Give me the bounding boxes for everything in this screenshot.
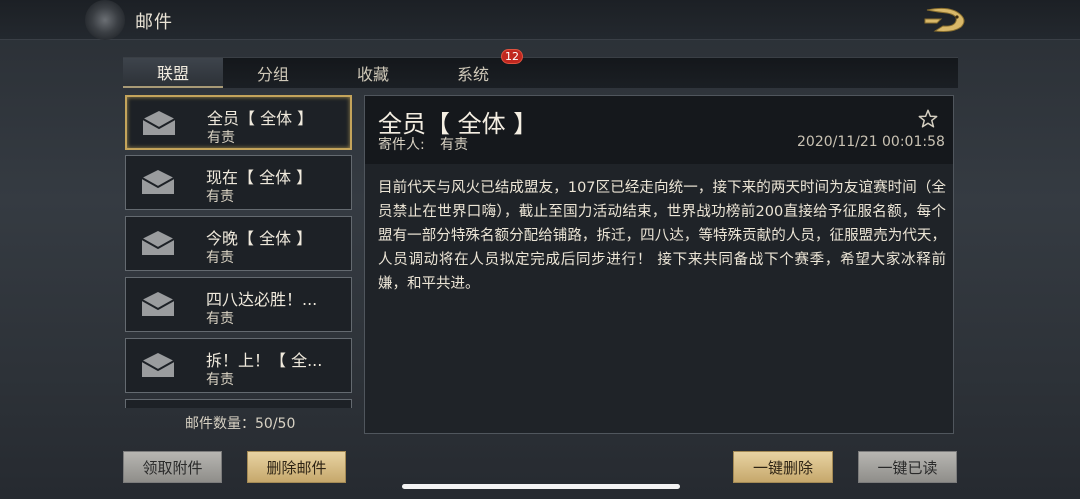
claim-attachments-label: 领取附件 <box>142 458 203 477</box>
dragon-emblem-icon <box>85 0 125 40</box>
mail-sender: 有责 <box>206 250 234 266</box>
mail-sender: 有责 <box>206 372 234 388</box>
delete-all-button[interactable]: 一键删除 <box>733 451 833 483</box>
mail-title: 四八达必胜！... <box>206 290 318 309</box>
mail-list-item-partial[interactable] <box>125 399 352 408</box>
mail-sender: 有责 <box>207 130 235 146</box>
mail-title: 全员【 全体 】 <box>207 109 314 128</box>
read-all-button[interactable]: 一键已读 <box>858 451 957 483</box>
mail-count: 邮件数量：50/50 <box>185 416 296 432</box>
mail-body: 目前代天与风火已结成盟友，107区已经走向统一，接下来的两天时间为友谊赛时间（全… <box>378 180 946 292</box>
tab-group[interactable]: 分组 <box>223 58 323 88</box>
mail-list-item[interactable]: 今晚【 全体 】 有责 <box>125 216 352 271</box>
mail-detail-panel: 全员【 全体 】 寄件人: 有责 2020/11/21 00:01:58 目前代… <box>364 95 954 434</box>
envelope-icon <box>141 292 175 316</box>
delete-mail-button[interactable]: 删除邮件 <box>247 451 346 483</box>
tab-bar: 联盟 分组 收藏 系统 <box>123 57 958 88</box>
mail-list-item[interactable]: 拆！上！【 全... 有责 <box>125 338 352 393</box>
mail-sender: 有责 <box>206 189 234 205</box>
back-dragon-icon[interactable] <box>920 4 972 36</box>
tab-alliance[interactable]: 联盟 <box>123 58 223 88</box>
tab-group-label: 分组 <box>256 65 289 84</box>
sender-label: 寄件人: <box>378 137 425 153</box>
tab-alliance-label: 联盟 <box>156 64 189 83</box>
sender-name: 有责 <box>440 137 468 153</box>
delete-mail-label: 删除邮件 <box>266 458 327 477</box>
mail-list-item[interactable]: 全员【 全体 】 有责 <box>125 95 352 150</box>
tab-system-label: 系统 <box>456 65 489 84</box>
mail-list[interactable]: 全员【 全体 】 有责 现在【 全体 】 有责 今晚【 全体 】 有责 四八达必… <box>125 93 353 408</box>
system-unread-badge: 12 <box>501 49 523 64</box>
tab-favorites-label: 收藏 <box>356 65 389 84</box>
read-all-label: 一键已读 <box>877 458 938 477</box>
mail-list-item[interactable]: 四八达必胜！... 有责 <box>125 277 352 332</box>
mail-list-item[interactable]: 现在【 全体 】 有责 <box>125 155 352 210</box>
envelope-icon <box>141 170 175 194</box>
mail-title: 拆！上！【 全... <box>206 351 323 370</box>
home-indicator[interactable] <box>402 484 680 489</box>
top-bar: 邮件 <box>0 0 1080 40</box>
envelope-icon <box>141 231 175 255</box>
claim-attachments-button[interactable]: 领取附件 <box>123 451 222 483</box>
envelope-icon <box>142 111 176 135</box>
delete-all-label: 一键删除 <box>752 458 813 477</box>
star-icon[interactable] <box>917 108 939 130</box>
mail-time: 00:01:58 <box>882 134 945 150</box>
mail-title: 今晚【 全体 】 <box>206 229 313 248</box>
mail-detail-header: 全员【 全体 】 寄件人: 有责 2020/11/21 00:01:58 <box>365 96 953 164</box>
mail-title: 现在【 全体 】 <box>206 168 313 187</box>
mail-date: 2020/11/21 <box>797 134 878 150</box>
tab-favorites[interactable]: 收藏 <box>323 58 423 88</box>
page-title: 邮件 <box>135 12 173 33</box>
envelope-icon <box>141 353 175 377</box>
mail-sender: 有责 <box>206 311 234 327</box>
